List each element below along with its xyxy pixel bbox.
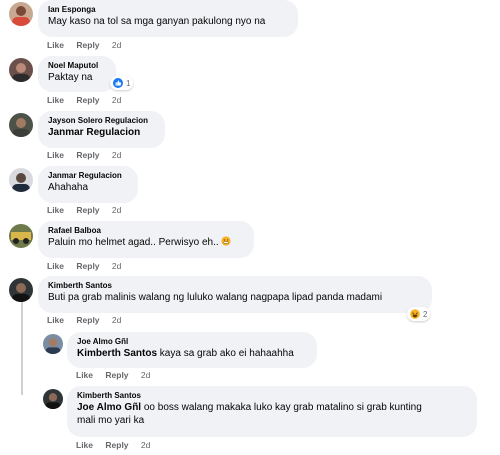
like-button[interactable]: Like <box>47 95 64 105</box>
reaction-summary[interactable]: 2 <box>407 307 431 321</box>
reaction-count: 1 <box>126 78 131 88</box>
comment-timestamp[interactable]: 2d <box>112 315 121 325</box>
avatar[interactable] <box>9 278 33 302</box>
reply-bubble: Kimberth Santos Joe Almo Gñl oo boss wal… <box>67 386 477 437</box>
reaction-count: 2 <box>423 309 428 319</box>
comment-timestamp[interactable]: 2d <box>112 40 121 50</box>
like-button[interactable]: Like <box>76 440 93 450</box>
reply-button[interactable]: Reply <box>76 205 99 215</box>
like-button[interactable]: Like <box>47 315 64 325</box>
reply-button[interactable]: Reply <box>76 315 99 325</box>
comment-bubble: Rafael Balboa Paluin mo helmet agad.. Pe… <box>38 221 254 258</box>
like-button[interactable]: Like <box>47 40 64 50</box>
comment-author[interactable]: Ian Esponga <box>48 4 288 15</box>
reply-author[interactable]: Kimberth Santos <box>77 390 467 401</box>
comment-author[interactable]: Jayson Solero Regulacion <box>48 115 155 126</box>
tagged-user-link[interactable]: Janmar Regulacion <box>48 126 155 139</box>
reply-button[interactable]: Reply <box>76 150 99 160</box>
comment-bubble: Jayson Solero Regulacion Janmar Regulaci… <box>38 111 165 148</box>
comment-bubble: Janmar Regulacion Ahahaha <box>38 166 138 203</box>
reply-button[interactable]: Reply <box>105 370 128 380</box>
avatar[interactable] <box>9 58 33 82</box>
reply-button[interactable]: Reply <box>76 40 99 50</box>
comment-author[interactable]: Janmar Regulacion <box>48 170 128 181</box>
reply-timestamp[interactable]: 2d <box>141 370 150 380</box>
reply-author[interactable]: Joe Almo Gñl <box>77 336 307 347</box>
comment-bubble: Ian Esponga May kaso na tol sa mga ganya… <box>38 0 298 37</box>
comment-author[interactable]: Kimberth Santos <box>48 280 422 291</box>
tagged-user-link[interactable]: Joe Almo Gñl <box>77 402 141 413</box>
comment-bubble: Noel Maputol Paktay na <box>38 56 116 92</box>
reply-bubble: Joe Almo Gñl Kimberth Santos kaya sa gra… <box>67 332 317 368</box>
like-button[interactable]: Like <box>47 205 64 215</box>
grimace-emoji-icon <box>221 236 232 246</box>
reply-text: kaya sa grab ako ei hahaahha <box>157 348 294 359</box>
like-button[interactable]: Like <box>76 370 93 380</box>
comment-text: Buti pa grab malinis walang ng luluko wa… <box>48 292 383 303</box>
avatar[interactable] <box>9 224 33 248</box>
tagged-user-link[interactable]: Kimberth Santos <box>77 348 157 359</box>
comment-bubble: Kimberth Santos Buti pa grab malinis wal… <box>38 276 432 313</box>
reply-text-line-2: mali mo yari ka <box>77 415 145 426</box>
comment-timestamp[interactable]: 2d <box>112 261 121 271</box>
reply-text-line-1: oo boss walang makaka luko kay grab mata… <box>141 402 422 413</box>
reply-button[interactable]: Reply <box>76 95 99 105</box>
comment-author[interactable]: Rafael Balboa <box>48 225 244 236</box>
comment-author[interactable]: Noel Maputol <box>48 60 106 71</box>
like-button[interactable]: Like <box>47 150 64 160</box>
comment-text: Ahahaha <box>48 182 89 193</box>
avatar[interactable] <box>43 334 63 354</box>
avatar[interactable] <box>43 389 63 409</box>
comment-text: Paluin mo helmet agad.. Perwisyo eh.. <box>48 237 219 248</box>
reaction-summary[interactable]: 1 <box>110 76 134 90</box>
comment-timestamp[interactable]: 2d <box>112 205 121 215</box>
avatar[interactable] <box>9 113 33 137</box>
reply-thread-line <box>21 300 23 395</box>
comment-timestamp[interactable]: 2d <box>112 150 121 160</box>
like-reaction-icon <box>113 78 123 88</box>
like-button[interactable]: Like <box>47 261 64 271</box>
reply-timestamp[interactable]: 2d <box>141 440 150 450</box>
avatar[interactable] <box>9 168 33 192</box>
reply-button[interactable]: Reply <box>76 261 99 271</box>
comment-text: May kaso na tol sa mga ganyan pakulong n… <box>48 16 266 27</box>
haha-reaction-icon <box>410 309 420 319</box>
comment-text: Paktay na <box>48 72 93 83</box>
reply-button[interactable]: Reply <box>105 440 128 450</box>
comment-timestamp[interactable]: 2d <box>112 95 121 105</box>
avatar[interactable] <box>9 2 33 26</box>
